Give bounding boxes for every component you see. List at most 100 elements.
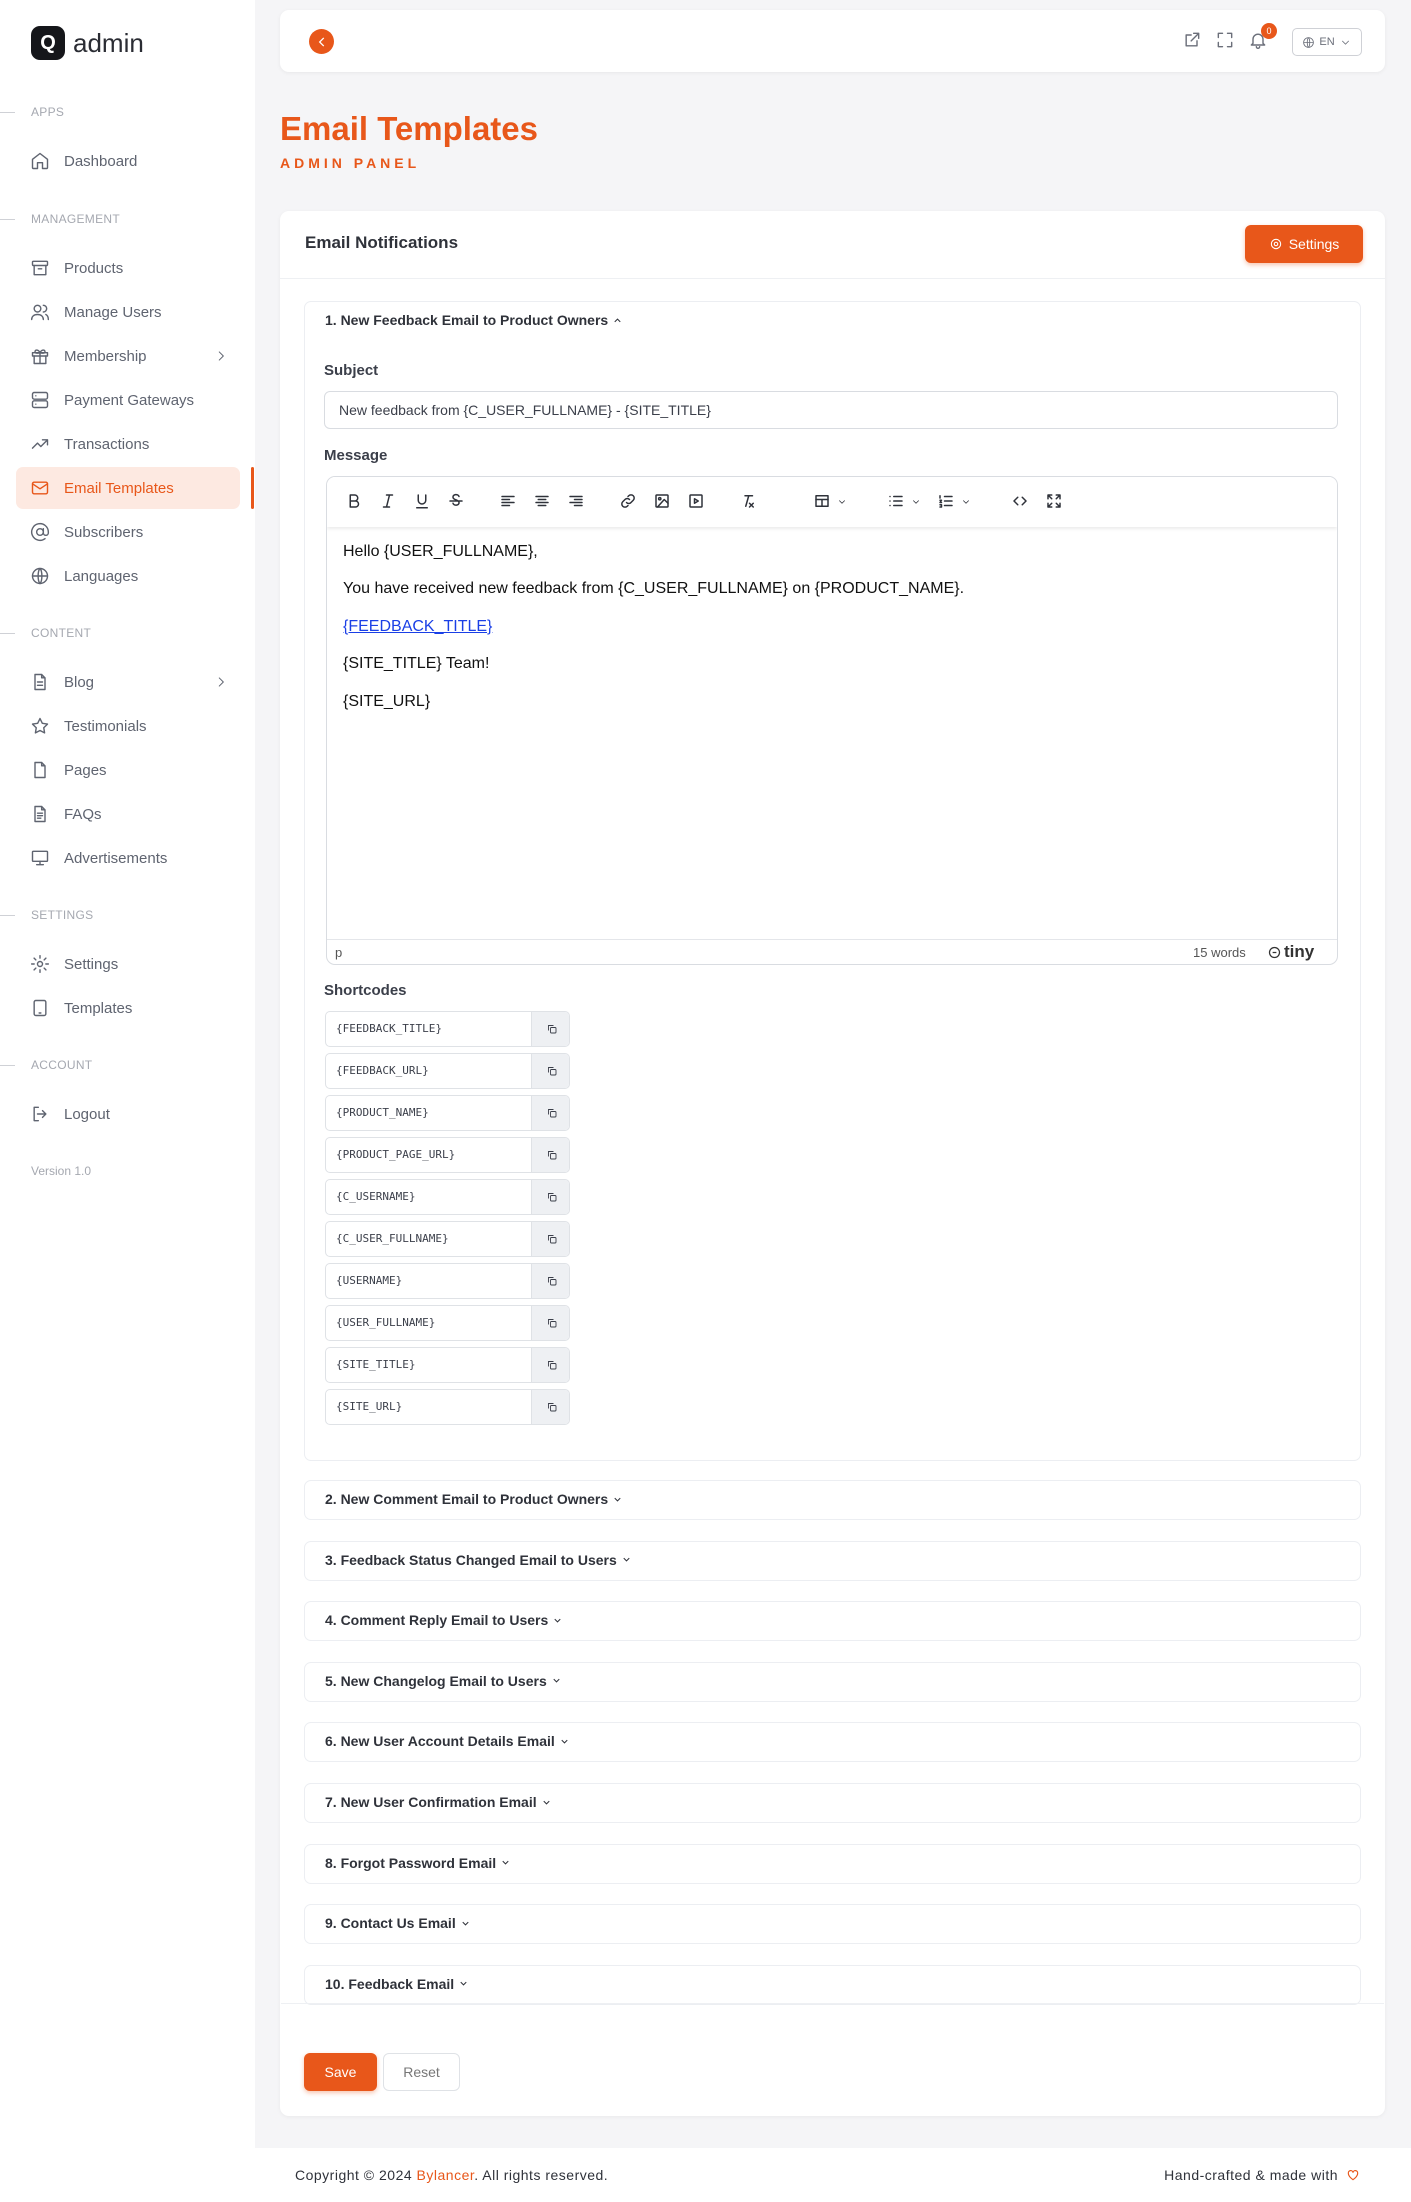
align-right-icon [569,495,583,507]
accordion-header[interactable]: 4. Comment Reply Email to Users [325,1612,563,1628]
sidebar-item-pages[interactable]: Pages [16,749,240,791]
accordion-header[interactable]: 7. New User Confirmation Email [325,1794,552,1810]
sidebar-item-blog[interactable]: Blog [16,661,240,703]
subject-input[interactable]: New feedback from {C_USER_FULLNAME} - {S… [324,391,1338,429]
sidebar-item-membership[interactable]: Membership [16,335,240,377]
shortcode-text[interactable]: {PRODUCT_NAME} [336,1106,429,1119]
shortcode-text[interactable]: {FEEDBACK_TITLE} [336,1022,442,1035]
copy-shortcode-button[interactable] [531,1180,569,1214]
sidebar-toggle-button[interactable] [309,29,334,54]
shortcode-text[interactable]: {C_USERNAME} [336,1190,415,1203]
accordion-item-9[interactable]: 9. Contact Us Email [304,1904,1361,1945]
copy-shortcode-button[interactable] [531,1306,569,1340]
sidebar-item-email-templates[interactable]: Email Templates [16,467,240,509]
shortcode-text[interactable]: {PRODUCT_PAGE_URL} [336,1148,455,1161]
sidebar-item-transactions[interactable]: Transactions [16,423,240,465]
shortcode-text[interactable]: {SITE_URL} [336,1400,402,1413]
accordion-item-7[interactable]: 7. New User Confirmation Email [304,1783,1361,1823]
media-button[interactable] [687,492,709,514]
sidebar-item-testimonials[interactable]: Testimonials [16,705,240,747]
accordion-title: 1. New Feedback Email to Product Owners [325,312,609,328]
accordion-header[interactable]: 5. New Changelog Email to Users [325,1673,562,1689]
chevron-right-icon [218,677,224,687]
editor-fullscreen-button[interactable] [1045,492,1067,514]
italic-button[interactable] [379,492,401,514]
sidebar-item-templates[interactable]: Templates [16,987,240,1029]
align-center-button[interactable] [533,492,555,514]
sidebar-item-languages[interactable]: Languages [16,555,240,597]
monitor-icon [31,850,49,866]
copy-shortcode-button[interactable] [531,1096,569,1130]
editor-line[interactable]: Hello {USER_FULLNAME}, [343,543,538,561]
editor-link[interactable]: {FEEDBACK_TITLE} [343,618,492,636]
copy-shortcode-button[interactable] [531,1012,569,1046]
sidebar-item-products[interactable]: Products [16,247,240,289]
bold-icon [349,494,360,508]
accordion-header[interactable]: 6. New User Account Details Email [325,1733,570,1749]
sidebar-item-manage-users[interactable]: Manage Users [16,291,240,333]
language-select[interactable]: EN [1292,28,1362,56]
sidebar-item-dashboard[interactable]: Dashboard [16,140,240,182]
editor-line[interactable]: {SITE_TITLE} Team! [343,655,489,673]
source-code-button[interactable] [1011,492,1033,514]
accordion-header[interactable]: 9. Contact Us Email [325,1915,471,1931]
accordion-item-6[interactable]: 6. New User Account Details Email [304,1722,1361,1763]
underline-button[interactable] [413,492,435,514]
copyright: Copyright © 2024 Bylancer. All rights re… [295,2167,608,2183]
accordion-header[interactable]: 3. Feedback Status Changed Email to User… [325,1552,632,1568]
open-site-button[interactable] [1182,30,1204,52]
shortcode-text[interactable]: {C_USER_FULLNAME} [336,1232,449,1245]
accordion-header[interactable]: 8. Forgot Password Email [325,1855,511,1871]
copy-shortcode-button[interactable] [531,1264,569,1298]
editor-line[interactable]: You have received new feedback from {C_U… [343,580,964,598]
accordion-item-8[interactable]: 8. Forgot Password Email [304,1843,1361,1884]
copy-shortcode-button[interactable] [531,1054,569,1088]
align-left-button[interactable] [499,492,521,514]
fullscreen-button[interactable] [1215,30,1237,52]
chevron-down-icon [963,500,969,504]
settings-button[interactable]: Settings [1245,225,1363,263]
notifications-button[interactable]: 0 [1248,23,1277,52]
shortcode-text[interactable]: {FEEDBACK_URL} [336,1064,429,1077]
sidebar-item-subscribers[interactable]: Subscribers [16,511,240,553]
clear-format-button[interactable] [739,492,761,514]
copy-shortcode-button[interactable] [531,1138,569,1172]
sidebar-item-settings[interactable]: Settings [16,943,240,985]
copy-shortcode-button[interactable] [531,1390,569,1424]
copy-shortcode-button[interactable] [531,1222,569,1256]
sidebar-item-payment-gateways[interactable]: Payment Gateways [16,379,240,421]
accordion-header[interactable]: 1. New Feedback Email to Product Owners [325,312,623,328]
align-right-button[interactable] [567,492,589,514]
accordion-item-2[interactable]: 2. New Comment Email to Product Owners [304,1480,1361,1520]
save-button[interactable]: Save [304,2053,377,2091]
accordion-header[interactable]: 10. Feedback Email [325,1976,469,1992]
sidebar-item-advertisements[interactable]: Advertisements [16,837,240,879]
link-button[interactable] [619,492,641,514]
strikethrough-button[interactable] [447,492,469,514]
accordion-item-4[interactable]: 4. Comment Reply Email to Users [304,1601,1361,1642]
shortcode-text[interactable]: {USER_FULLNAME} [336,1316,435,1329]
copy-icon [547,1151,556,1160]
accordion-header[interactable]: 2. New Comment Email to Product Owners [325,1491,623,1507]
element-path[interactable]: p [335,945,342,960]
sidebar-item-faqs[interactable]: FAQs [16,793,240,835]
logo[interactable]: Q admin [31,26,144,60]
image-button[interactable] [653,492,675,514]
numbered-list-button[interactable] [937,492,969,514]
editor-line[interactable]: {SITE_URL} [343,693,430,711]
accordion-item-10[interactable]: 10. Feedback Email [304,1964,1361,2005]
shortcode-text[interactable]: {USERNAME} [336,1274,402,1287]
brand-link[interactable]: Bylancer [417,2167,475,2183]
accordion-item-5[interactable]: 5. New Changelog Email to Users [304,1661,1361,1702]
sidebar-item-label: Email Templates [64,479,174,497]
tiny-logo[interactable]: tiny [1267,942,1314,962]
shortcode-text[interactable]: {SITE_TITLE} [336,1358,415,1371]
copy-shortcode-button[interactable] [531,1348,569,1382]
bullet-list-button[interactable] [887,492,919,514]
sidebar-item-logout[interactable]: Logout [16,1093,240,1135]
table-button[interactable] [813,492,845,514]
reset-button[interactable]: Reset [383,2053,460,2091]
bold-button[interactable] [345,492,367,514]
word-count[interactable]: 15 words [1193,945,1246,960]
accordion-item-3[interactable]: 3. Feedback Status Changed Email to User… [304,1540,1361,1581]
